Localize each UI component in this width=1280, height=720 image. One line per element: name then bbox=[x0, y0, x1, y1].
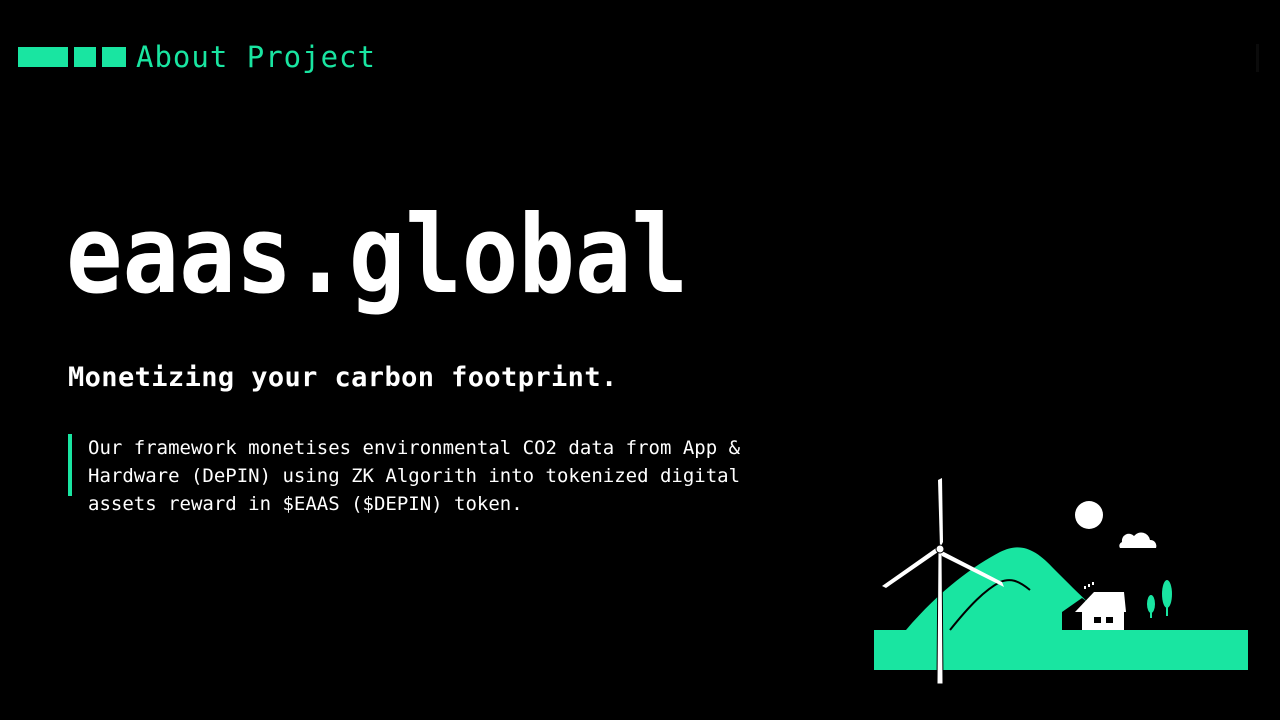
header-bar bbox=[74, 47, 96, 67]
brand-logo-text: eaas.global bbox=[66, 210, 688, 318]
description-block: Our framework monetises environmental CO… bbox=[68, 434, 788, 518]
tagline: Monetizing your carbon footprint. bbox=[68, 362, 618, 393]
tree-trunk bbox=[1166, 594, 1168, 616]
header-bar bbox=[102, 47, 126, 67]
wind-turbine-landscape-icon bbox=[874, 478, 1248, 685]
brand-logo: eaas.global bbox=[66, 210, 688, 318]
ground-shape bbox=[874, 630, 1248, 670]
description-text: Our framework monetises environmental CO… bbox=[88, 437, 741, 515]
header-bars-icon bbox=[18, 47, 126, 67]
edge-marker bbox=[1256, 44, 1259, 72]
header-bar bbox=[18, 47, 68, 67]
cloud-icon bbox=[1119, 532, 1157, 548]
section-title: About Project bbox=[136, 40, 376, 74]
slide: About Project eaas.global Monetizing you… bbox=[0, 0, 1280, 720]
description-accent-bar bbox=[68, 434, 72, 496]
tree-trunk bbox=[1150, 604, 1152, 618]
section-header: About Project bbox=[18, 40, 376, 74]
sun-icon bbox=[1075, 501, 1103, 529]
